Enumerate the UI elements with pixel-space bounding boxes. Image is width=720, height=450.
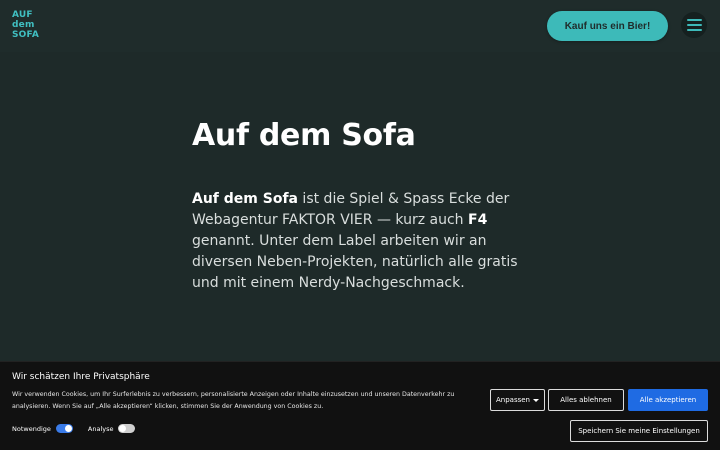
cookie-banner: Wir schätzen Ihre Privatsphäre Wir verwe… [0, 361, 720, 450]
logo-line-1: AUF [12, 10, 33, 20]
adjust-button[interactable]: Anpassen [490, 389, 545, 411]
caret-down-icon [533, 398, 539, 402]
logo-line-3: SOFA [12, 30, 40, 40]
intro-strong-f4: F4 [468, 212, 488, 228]
toggle-necessary[interactable] [55, 424, 73, 433]
intro-text-2: genannt. Unter dem Label arbeiten wir an… [192, 233, 518, 291]
hamburger-menu-button[interactable] [681, 12, 707, 38]
accept-all-button[interactable]: Alle akzeptieren [628, 389, 708, 411]
hamburger-line-icon [686, 24, 702, 26]
intro-strong-name: Auf dem Sofa [192, 191, 298, 207]
intro-paragraph: Auf dem Sofa ist die Spiel & Spass Ecke … [192, 189, 522, 294]
toggle-label-necessary: Notwendige [12, 424, 51, 433]
site-logo[interactable]: AUF dem SOFA [12, 10, 42, 40]
cookie-banner-title: Wir schätzen Ihre Privatsphäre [12, 372, 150, 382]
hamburger-line-icon [686, 29, 702, 31]
buy-beer-button[interactable]: Kauf uns ein Bier! [547, 11, 668, 41]
toggle-knob [64, 425, 72, 432]
hamburger-line-icon [686, 19, 702, 21]
site-header: AUF dem SOFA Kauf uns ein Bier! [0, 0, 720, 52]
cookie-banner-text: Wir verwenden Cookies, um Ihr Surferlebn… [12, 391, 455, 410]
save-settings-button[interactable]: Speichern Sie meine Einstellungen [570, 420, 708, 442]
toggle-analytics[interactable] [118, 424, 136, 433]
toggle-label-analytics: Analyse [87, 424, 114, 433]
toggle-knob [119, 425, 127, 432]
reject-all-button[interactable]: Alles ablehnen [548, 389, 624, 411]
page-title: Auf dem Sofa [192, 118, 416, 153]
cookie-toggle-row: Notwendige Analyse [12, 424, 150, 433]
logo-line-2: dem [12, 20, 35, 30]
adjust-button-label: Anpassen [496, 396, 530, 404]
